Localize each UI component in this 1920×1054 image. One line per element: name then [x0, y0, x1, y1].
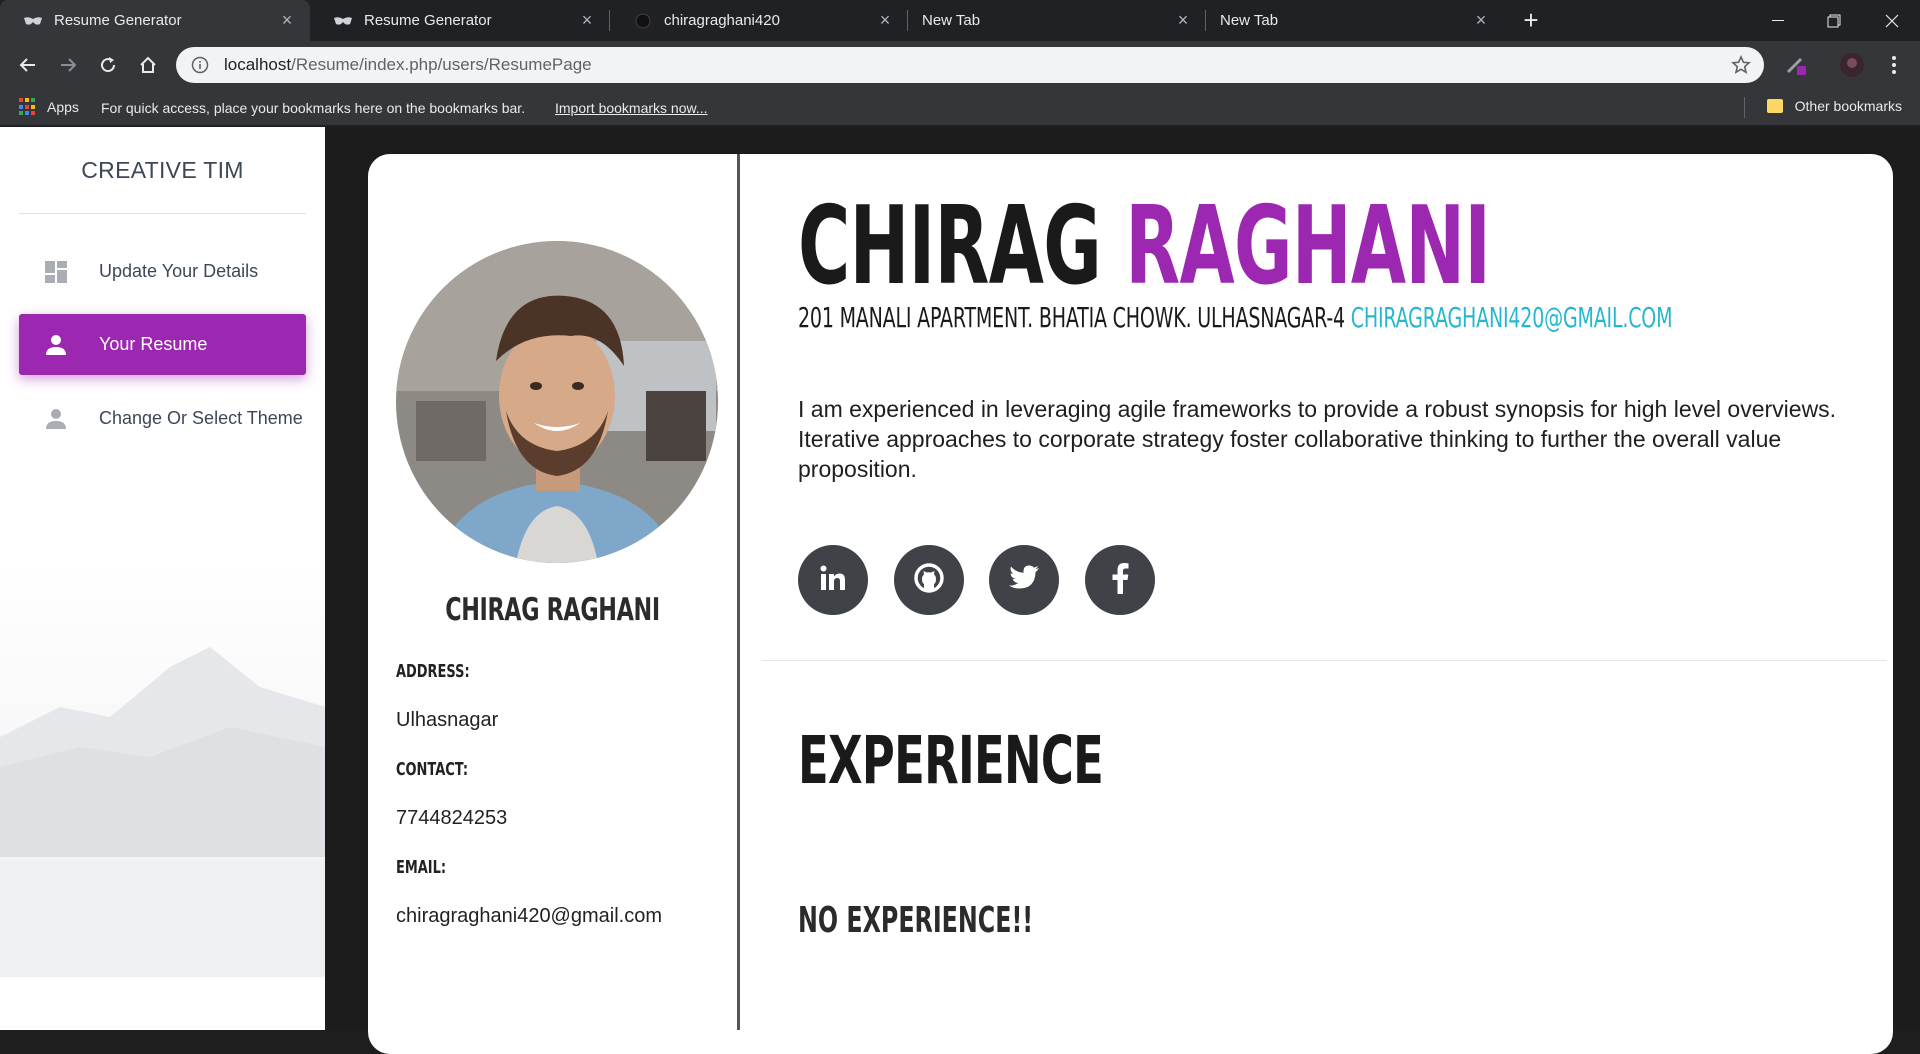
contact-value: 7744824253 [396, 807, 508, 829]
profile-name: CHIRAG RAGHANI [445, 592, 660, 628]
other-bookmarks-label: Other bookmarks [1794, 98, 1902, 114]
bookmark-star-icon[interactable] [1730, 54, 1752, 76]
tab-new-1[interactable]: New Tab × [908, 0, 1206, 41]
url-host: localhost [224, 55, 292, 74]
email-value: chiragraghani420@gmail.com [396, 905, 662, 927]
close-icon[interactable]: × [578, 11, 596, 29]
minimize-button[interactable] [1750, 0, 1806, 41]
tab-new-2[interactable]: New Tab × [1206, 0, 1504, 41]
close-icon[interactable]: × [876, 11, 894, 29]
close-icon[interactable]: × [1174, 11, 1192, 29]
url-path: /Resume/index.php/users/ResumePage [291, 55, 592, 74]
browser-toolbar: localhost/Resume/index.php/users/ResumeP… [0, 41, 1920, 89]
mask-icon [334, 12, 352, 30]
email-link[interactable]: CHIRAGRAGHANI420@GMAIL.COM [1351, 301, 1673, 334]
twitter-icon [1008, 564, 1040, 597]
resume-header-name: CHIRAG RAGHANI [798, 192, 1491, 302]
tab-resume-generator-2[interactable]: Resume Generator × [310, 0, 610, 41]
url-text[interactable]: localhost/Resume/index.php/users/ResumeP… [224, 55, 592, 75]
new-tab-button[interactable]: + [1516, 6, 1546, 36]
apps-label: Apps [47, 99, 79, 115]
close-window-button[interactable] [1864, 0, 1920, 41]
resume-address-line: 201 MANALI APARTMENT. BHATIA CHOWK. ULHA… [798, 301, 1673, 334]
bookmarks-bar: Apps For quick access, place your bookma… [0, 89, 1920, 126]
info-icon[interactable] [190, 55, 210, 75]
resume-column-divider [737, 154, 740, 1030]
tab-title: chiragraghani420 [664, 12, 780, 29]
facebook-button[interactable] [1085, 545, 1155, 615]
browser-tabstrip: Resume Generator × Resume Generator × ch… [0, 0, 1920, 41]
sidebar-item-label: Your Resume [99, 334, 208, 354]
linkedin-button[interactable] [798, 545, 868, 615]
extension-icon[interactable] [1780, 49, 1812, 81]
sidebar-item-change-theme[interactable]: Change Or Select Theme [19, 388, 306, 449]
sidebar: CREATIVE TIM Update Your Details Your Re… [0, 127, 325, 1030]
mask-icon [24, 12, 42, 30]
sidebar-item-update-details[interactable]: Update Your Details [19, 241, 306, 302]
tab-title: New Tab [922, 12, 981, 29]
import-bookmarks-link[interactable]: Import bookmarks now... [555, 100, 708, 116]
section-divider [762, 660, 1887, 661]
tab-title: Resume Generator [364, 12, 492, 29]
profile-photo [396, 241, 718, 563]
other-bookmarks[interactable]: Other bookmarks [1766, 98, 1902, 114]
contact-label: CONTACT: [396, 759, 469, 780]
bookmarks-divider [1744, 97, 1745, 118]
github-button[interactable] [894, 545, 964, 615]
email-label: EMAIL: [396, 857, 447, 878]
sidebar-item-label: Change Or Select Theme [99, 408, 303, 428]
tab-github[interactable]: chiragraghani420 × [610, 0, 908, 41]
brand-logo-text[interactable]: CREATIVE TIM [0, 157, 325, 184]
folder-icon [1766, 99, 1783, 113]
bookmarks-hint: For quick access, place your bookmarks h… [101, 100, 526, 116]
twitter-button[interactable] [989, 545, 1059, 615]
experience-heading: EXPERIENCE [798, 722, 1104, 799]
forward-button[interactable] [52, 49, 84, 81]
github-icon [913, 562, 945, 599]
linkedin-icon [818, 563, 848, 598]
tab-title: New Tab [1220, 12, 1279, 29]
profile-avatar[interactable] [1836, 49, 1868, 81]
dashboard-icon [43, 259, 69, 285]
address-bar[interactable]: localhost/Resume/index.php/users/ResumeP… [176, 47, 1764, 83]
menu-dots-icon[interactable] [1878, 49, 1910, 81]
close-icon[interactable]: × [278, 11, 296, 29]
last-name: RAGHANI [1125, 184, 1491, 309]
first-name: CHIRAG [798, 184, 1102, 309]
reload-button[interactable] [92, 49, 124, 81]
no-experience-text: NO EXPERIENCE!! [798, 900, 1034, 941]
facebook-icon [1111, 562, 1129, 599]
home-button[interactable] [132, 49, 164, 81]
apps-grid-icon [19, 98, 37, 116]
sidebar-background-image [0, 557, 325, 977]
profile-summary: I am experienced in leveraging agile fra… [798, 396, 1837, 482]
tab-title: Resume Generator [54, 12, 182, 29]
close-icon[interactable]: × [1472, 11, 1490, 29]
github-icon [634, 12, 652, 30]
sidebar-item-label: Update Your Details [99, 261, 259, 281]
person-icon [43, 406, 69, 432]
address-label: ADDRESS: [396, 661, 470, 682]
restore-button[interactable] [1806, 0, 1862, 41]
full-address: 201 MANALI APARTMENT. BHATIA CHOWK. ULHA… [798, 301, 1345, 334]
apps-shortcut[interactable]: Apps [19, 98, 79, 116]
tab-resume-generator-1[interactable]: Resume Generator × [0, 0, 310, 41]
back-button[interactable] [12, 49, 44, 81]
brand-divider [19, 213, 306, 214]
address-value: Ulhasnagar [396, 709, 499, 731]
person-icon [43, 332, 69, 358]
sidebar-item-your-resume[interactable]: Your Resume [19, 314, 306, 375]
